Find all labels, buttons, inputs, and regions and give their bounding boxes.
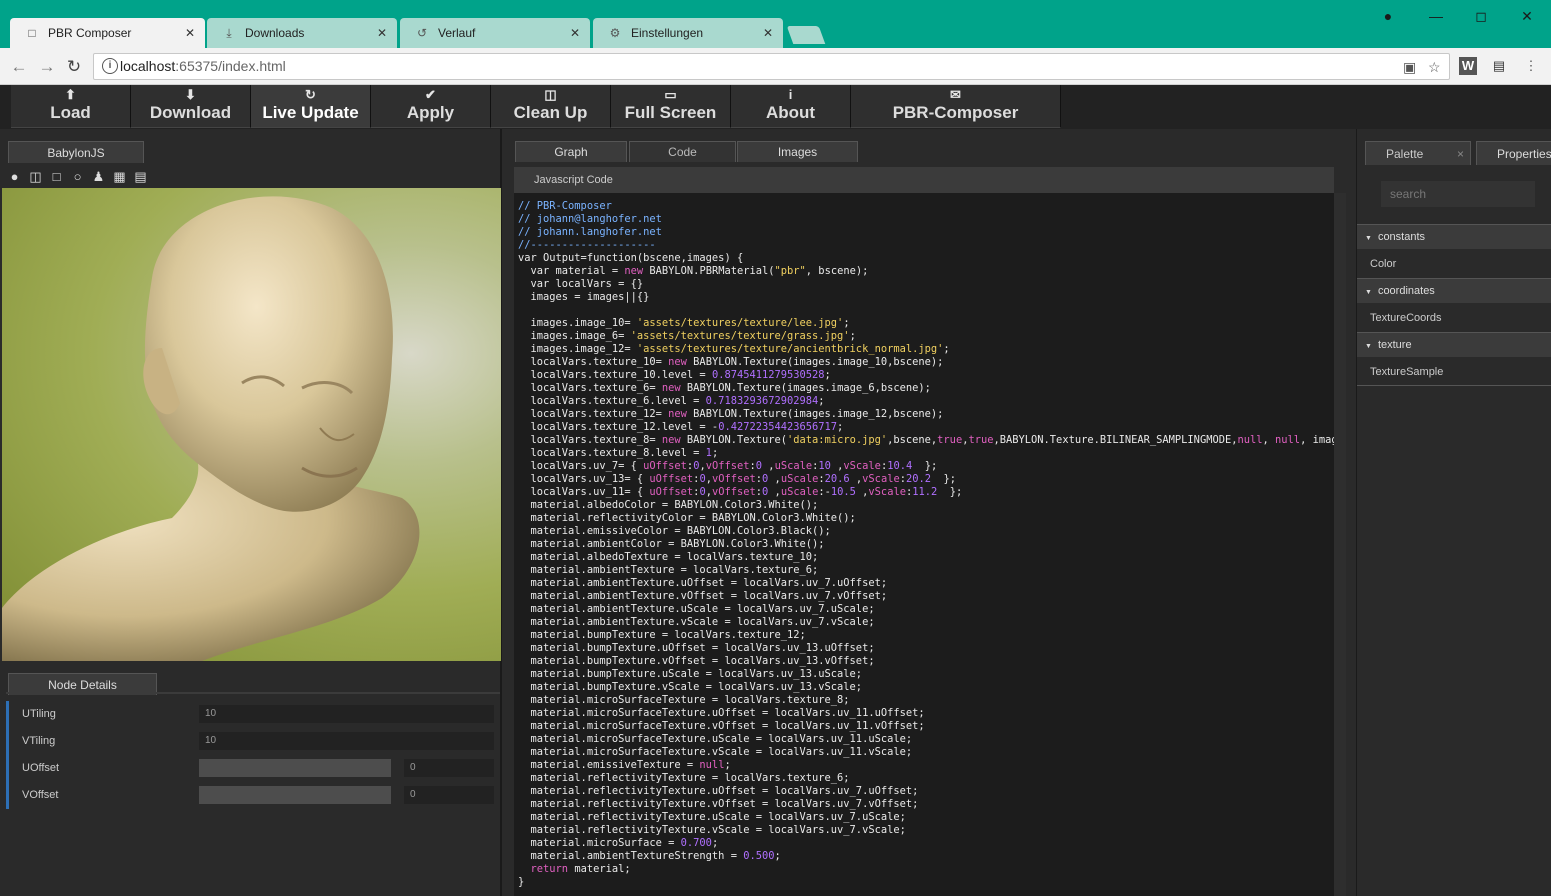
globe-icon[interactable]: ● xyxy=(6,169,23,185)
extension-w-icon[interactable]: W xyxy=(1459,57,1477,75)
field-voffset: VOffset 0 xyxy=(6,782,499,809)
minimize-icon[interactable]: — xyxy=(1424,6,1448,26)
3d-viewport[interactable] xyxy=(2,188,501,661)
palette-search-input[interactable]: search xyxy=(1381,181,1535,207)
circle-icon[interactable]: ○ xyxy=(69,169,86,185)
close-icon[interactable]: × xyxy=(1457,142,1464,166)
download-button[interactable]: ⬇ Download xyxy=(131,85,251,128)
uoffset-input[interactable]: 0 xyxy=(404,759,494,777)
browser-tab-einstellungen[interactable]: ⚙ Einstellungen ✕ xyxy=(593,18,783,48)
head-model-render xyxy=(2,196,420,661)
history-icon: ↺ xyxy=(416,26,428,40)
image-icon[interactable]: ▤ xyxy=(132,169,149,185)
javascript-code: // PBR-Composer // johann@langhofer.net … xyxy=(518,200,1334,888)
caret-down-icon: ▼ xyxy=(1365,289,1372,296)
tab-label: Downloads xyxy=(245,26,305,40)
palette-item-texturesample[interactable]: TextureSample xyxy=(1357,359,1551,386)
caret-down-icon: ▼ xyxy=(1365,343,1372,350)
browser-titlebar: □ PBR Composer ✕ ⤓ Downloads ✕ ↺ Verlauf… xyxy=(0,0,1551,48)
reader-icon[interactable]: ▤ xyxy=(1490,57,1508,75)
tab-label: Einstellungen xyxy=(631,26,704,40)
tab-babylonjs[interactable]: BabylonJS xyxy=(8,141,144,163)
tab-label: Verlauf xyxy=(438,26,476,40)
download-icon: ⬇ xyxy=(185,87,196,102)
group-constants[interactable]: ▼ constants xyxy=(1357,224,1551,249)
field-utiling: UTiling 10 xyxy=(6,701,499,728)
cube-icon[interactable]: ◫ xyxy=(27,169,44,185)
info-icon[interactable]: i xyxy=(102,58,118,74)
forward-arrow-icon[interactable]: → xyxy=(36,56,58,78)
translate-icon[interactable]: ▣ xyxy=(1403,59,1416,76)
tab-code[interactable]: Code xyxy=(629,141,736,162)
palette-item-texturecoords[interactable]: TextureCoords xyxy=(1357,305,1551,332)
profile-icon[interactable]: ● xyxy=(1376,6,1400,26)
viewer-toolbar: ● ◫ □ ○ ♟ ▦ ▤ xyxy=(6,169,149,185)
monitor-icon: ▭ xyxy=(664,87,677,102)
voffset-input[interactable]: 0 xyxy=(404,786,494,804)
star-icon[interactable]: ☆ xyxy=(1428,59,1441,76)
group-texture[interactable]: ▼ texture xyxy=(1357,332,1551,357)
clean-up-button[interactable]: ◫ Clean Up xyxy=(491,85,611,128)
field-uoffset: UOffset 0 xyxy=(6,755,499,782)
url-host: localhost xyxy=(120,58,176,74)
info-icon: i xyxy=(788,87,793,102)
tab-palette[interactable]: Palette × xyxy=(1365,141,1471,165)
back-arrow-icon[interactable]: ← xyxy=(8,56,30,78)
right-panel: Palette × Properties search ▼ constants C… xyxy=(1356,129,1551,896)
vtiling-input[interactable]: 10 xyxy=(199,732,494,750)
browser-tab-pbr-composer[interactable]: □ PBR Composer ✕ xyxy=(10,18,205,48)
tab-images[interactable]: Images xyxy=(737,141,858,162)
check-circle-icon: ✔ xyxy=(425,87,436,102)
maximize-icon[interactable]: ◻ xyxy=(1469,6,1493,26)
code-scrollbar[interactable] xyxy=(1334,193,1346,896)
uoffset-slider[interactable] xyxy=(199,759,391,777)
trash-icon: ◫ xyxy=(544,87,557,102)
new-tab-button[interactable] xyxy=(786,26,826,44)
code-header: Javascript Code xyxy=(514,167,1334,193)
full-screen-button[interactable]: ▭ Full Screen xyxy=(611,85,731,128)
divider xyxy=(1357,385,1551,386)
app-toolbar: ⬆ Load ⬇ Download ↻ Live Update ✔ Apply ◫ Cle… xyxy=(0,85,1551,129)
url-rest: :65375/index.html xyxy=(175,58,286,74)
live-update-button[interactable]: ↻ Live Update xyxy=(251,85,371,128)
envelope-icon: ✉ xyxy=(950,87,961,102)
caret-down-icon: ▼ xyxy=(1365,235,1372,242)
code-editor[interactable]: // PBR-Composer // johann@langhofer.net … xyxy=(514,193,1334,896)
apply-button[interactable]: ✔ Apply xyxy=(371,85,491,128)
page-icon: □ xyxy=(28,26,36,40)
divider xyxy=(6,692,500,694)
group-coordinates[interactable]: ▼ coordinates xyxy=(1357,278,1551,303)
voffset-slider[interactable] xyxy=(199,786,391,804)
about-button[interactable]: i About xyxy=(731,85,851,128)
url-input[interactable]: i localhost:65375/index.html ▣ ☆ xyxy=(93,53,1450,80)
pbr-composer-button[interactable]: ✉ PBR-Composer xyxy=(851,85,1061,128)
palette-item-color[interactable]: Color xyxy=(1357,251,1551,278)
user-icon[interactable]: ♟ xyxy=(90,169,107,185)
address-bar: ← → ↻ i localhost:65375/index.html ▣ ☆ W… xyxy=(0,48,1551,85)
grid-icon[interactable]: ▦ xyxy=(111,169,128,185)
close-icon[interactable]: ✕ xyxy=(185,26,195,40)
close-icon[interactable]: ✕ xyxy=(763,26,773,40)
menu-dots-icon[interactable]: ⋮ xyxy=(1522,57,1540,75)
middle-panel: Graph Code Images Javascript Code // PBR… xyxy=(508,129,1348,896)
close-icon[interactable]: ✕ xyxy=(570,26,580,40)
close-icon[interactable]: ✕ xyxy=(377,26,387,40)
gear-icon: ⚙ xyxy=(609,26,621,40)
utiling-input[interactable]: 10 xyxy=(199,705,494,723)
download-icon: ⤓ xyxy=(226,25,232,40)
reload-icon[interactable]: ↻ xyxy=(63,56,85,78)
upload-icon: ⬆ xyxy=(65,87,76,102)
tab-graph[interactable]: Graph xyxy=(515,141,627,162)
tab-label: PBR Composer xyxy=(48,26,132,40)
browser-tab-verlauf[interactable]: ↺ Verlauf ✕ xyxy=(400,18,590,48)
load-button[interactable]: ⬆ Load xyxy=(11,85,131,128)
browser-tab-downloads[interactable]: ⤓ Downloads ✕ xyxy=(207,18,397,48)
square-icon[interactable]: □ xyxy=(48,169,65,185)
left-panel: BabylonJS ● ◫ □ ○ ♟ ▦ ▤ Node Details UTi… xyxy=(0,129,502,896)
tab-properties[interactable]: Properties xyxy=(1476,141,1551,165)
field-vtiling: VTiling 10 xyxy=(6,728,499,755)
window-close-icon[interactable]: ✕ xyxy=(1515,6,1539,26)
refresh-icon: ↻ xyxy=(305,87,316,102)
